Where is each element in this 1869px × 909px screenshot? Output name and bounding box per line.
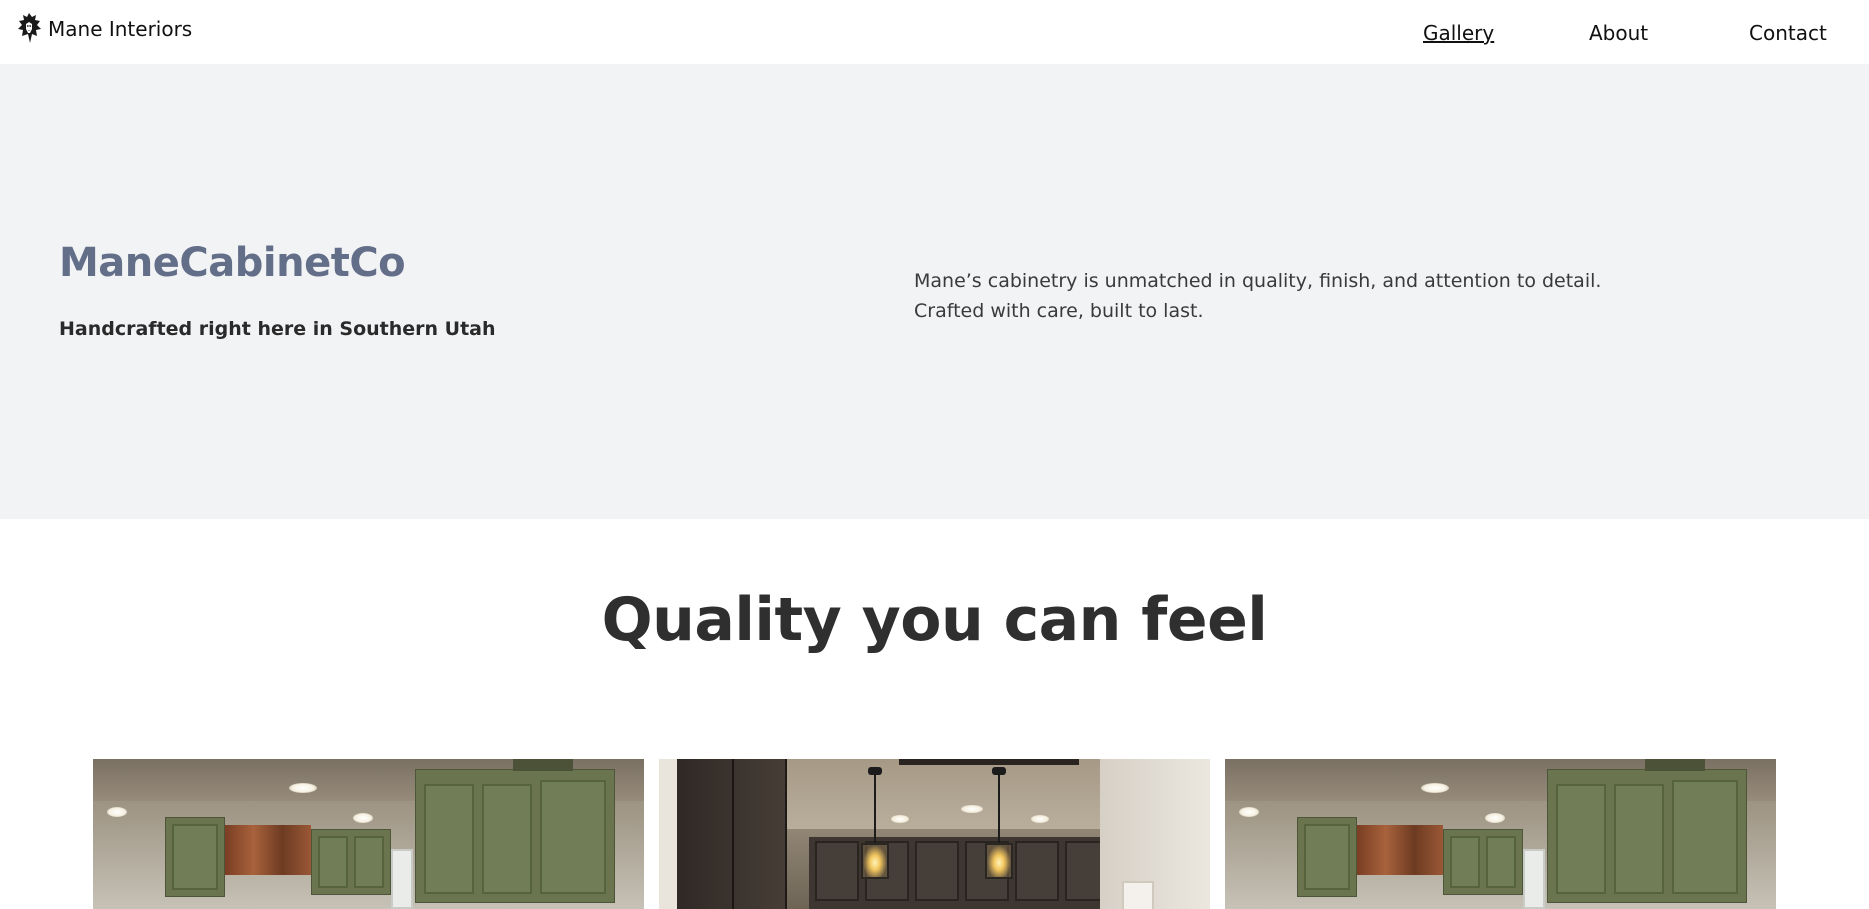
nav-link-about[interactable]: About [1589,21,1648,45]
hero-section: ManeCabinetCo Handcrafted right here in … [0,64,1869,519]
nav-link-contact[interactable]: Contact [1749,21,1827,45]
gallery-photo-dark-cabinets[interactable] [659,759,1210,909]
upper-cabinet-large [1547,769,1747,903]
pendant-cord [874,771,876,843]
upper-cabinet [1443,829,1523,895]
brand-name: Mane Interiors [48,17,193,41]
pendant-light [985,843,1013,879]
pendant-cord [998,771,1000,843]
recessed-light [1239,807,1259,817]
back-wall-cabinets [809,837,1119,909]
wood-range-hood [225,825,311,875]
upper-cabinet-large [415,769,615,903]
window [391,849,413,909]
recessed-light [107,807,127,817]
upper-cabinet [311,829,391,895]
window [1523,849,1545,909]
recessed-light [353,813,373,823]
gallery-grid [93,759,1776,909]
upper-cabinet [165,817,225,897]
pendant-light [861,843,889,879]
doorway [1122,881,1154,909]
gallery-photo-green-cabinets-2[interactable] [1225,759,1776,909]
hero-subtitle: Handcrafted right here in Southern Utah [59,318,496,340]
nav-link-gallery[interactable]: Gallery [1423,21,1494,45]
cabinet-top [1645,759,1705,771]
recessed-light [891,815,909,823]
hero-description-line-1: Mane’s cabinetry is unmatched in quality… [914,270,1602,292]
brand-home-link[interactable]: Mane Interiors [16,11,192,45]
cabinet-top [513,759,573,771]
wall [1100,759,1210,909]
hero-description-line-2: Crafted with care, built to last. [914,300,1204,322]
tall-pantry-cabinet [677,759,787,909]
quality-section: Quality you can feel [0,519,1869,909]
hero-title: ManeCabinetCo [59,240,406,286]
wall [659,759,677,909]
gallery-photo-green-cabinets-1[interactable] [93,759,644,909]
hero-description: Mane’s cabinetry is unmatched in quality… [914,266,1674,326]
quality-heading: Quality you can feel [601,585,1268,655]
recessed-light [289,783,317,793]
recessed-light [1031,815,1049,823]
upper-cabinet [1297,817,1357,897]
recessed-light [961,805,983,813]
site-header: Mane Interiors Gallery About Contact [0,0,1869,64]
ceiling-vent [899,759,1079,765]
lion-head-icon [16,11,42,45]
recessed-light [1421,783,1449,793]
recessed-light [1485,813,1505,823]
wood-range-hood [1357,825,1443,875]
